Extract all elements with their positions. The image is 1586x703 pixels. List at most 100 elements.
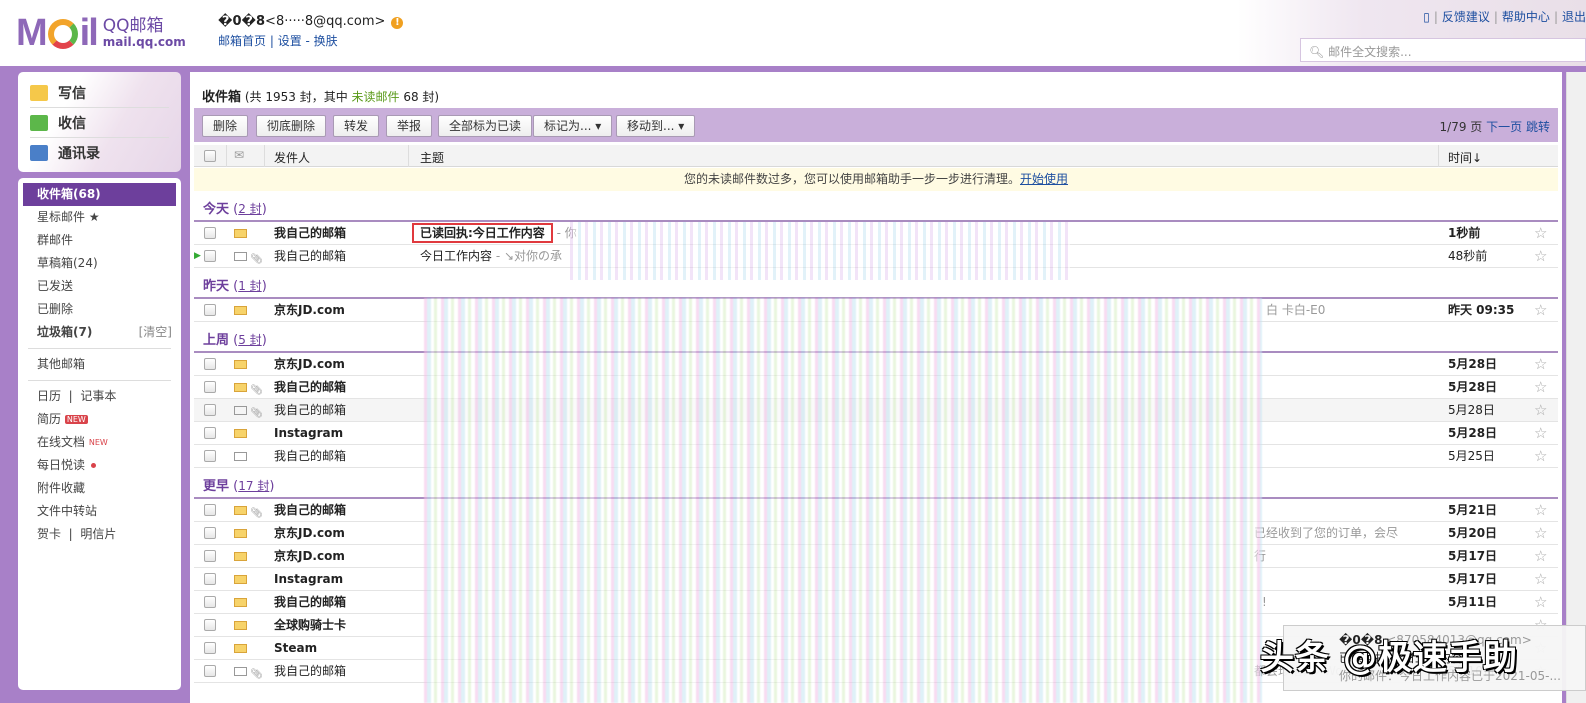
digest: ! (1262, 595, 1267, 609)
folder-deleted[interactable]: 已删除 (23, 298, 176, 321)
col-from[interactable]: 发件人 (274, 149, 310, 166)
row-checkbox[interactable] (204, 227, 216, 239)
star-icon[interactable]: ☆ (1534, 353, 1547, 375)
sender: 我自己的邮箱 (274, 503, 347, 517)
group-count-link[interactable]: 1 封 (238, 279, 261, 293)
row-checkbox[interactable] (204, 404, 216, 416)
row-checkbox[interactable] (204, 427, 216, 439)
notice-text: 您的未读邮件数过多，您可以使用邮箱助手一步一步进行清理。 (683, 172, 1020, 186)
file-transfer-link[interactable]: 文件中转站 (23, 500, 176, 523)
time: 5月28日 (1448, 426, 1498, 440)
row-checkbox[interactable] (204, 381, 216, 393)
mail-home-link[interactable]: 邮箱首页 (218, 34, 266, 48)
row-checkbox[interactable] (204, 642, 216, 654)
star-icon[interactable]: ☆ (1534, 545, 1547, 567)
column-header: ✉︎ 发件人 主题 时间↓ (194, 145, 1558, 167)
qq-mail-logo[interactable]: Mil QQ邮箱 mail.qq.com (16, 12, 186, 55)
star-icon[interactable]: ☆ (1534, 445, 1547, 467)
unread-dot-icon (91, 463, 97, 468)
star-icon[interactable]: ☆ (1534, 222, 1547, 244)
attachment-icon: 📎︎ (250, 669, 263, 680)
receive-button[interactable]: 收信 (30, 108, 169, 138)
select-all-checkbox[interactable] (204, 150, 216, 162)
qq-logo-icon (47, 18, 78, 49)
group-count-link[interactable]: 17 封 (238, 479, 269, 493)
greeting-card-link[interactable]: 贺卡 (37, 527, 61, 541)
calendar-link[interactable]: 日历 (37, 389, 61, 403)
sender: Steam (274, 641, 318, 655)
sender: 全球购骑士卡 (274, 618, 347, 632)
mark-all-read-button[interactable]: 全部标为已读 (438, 115, 533, 137)
digest: 白 卡白-E0 (1266, 303, 1326, 317)
star-icon[interactable]: ☆ (1534, 522, 1547, 544)
star-icon[interactable]: ☆ (1534, 591, 1547, 613)
unread-link[interactable]: 未读邮件 (352, 90, 400, 104)
star-icon[interactable]: ☆ (1534, 499, 1547, 521)
folder-spam[interactable]: 垃圾箱(7) [清空] (23, 321, 176, 344)
empty-spam-link[interactable]: [清空] (139, 321, 172, 344)
start-cleanup-link[interactable]: 开始使用 (1020, 172, 1068, 186)
report-button[interactable]: 举报 (386, 115, 433, 137)
permanent-delete-button[interactable]: 彻底删除 (256, 115, 327, 137)
folder-starred[interactable]: 星标邮件 ★ (23, 206, 176, 229)
row-checkbox[interactable] (204, 504, 216, 516)
skin-link[interactable]: 换肤 (314, 34, 338, 48)
logout-link[interactable]: 退出 (1562, 10, 1586, 24)
col-subject[interactable]: 主题 (420, 149, 444, 166)
row-checkbox[interactable] (204, 596, 216, 608)
attachments-link[interactable]: 附件收藏 (23, 477, 176, 500)
star-icon[interactable]: ☆ (1534, 422, 1547, 444)
row-checkbox[interactable] (204, 619, 216, 631)
star-icon[interactable]: ☆ (1534, 399, 1547, 421)
help-link[interactable]: 帮助中心 (1502, 10, 1550, 24)
receive-label: 收信 (58, 115, 86, 132)
feedback-link[interactable]: 反馈建议 (1442, 10, 1490, 24)
group-label: 昨天 (203, 279, 230, 294)
contacts-button[interactable]: 通讯录 (30, 138, 169, 168)
new-badge: NEW (64, 415, 88, 424)
row-checkbox[interactable] (204, 550, 216, 562)
folder-other[interactable]: 其他邮箱 (23, 353, 176, 376)
col-time[interactable]: 时间↓ (1448, 149, 1482, 166)
row-checkbox[interactable] (204, 250, 216, 262)
search-input[interactable]: 🔍︎ 邮件全文搜索... (1300, 38, 1586, 62)
row-checkbox[interactable] (204, 573, 216, 585)
row-checkbox[interactable] (204, 450, 216, 462)
mark-as-dropdown[interactable]: 标记为... ▾ (533, 115, 613, 137)
envelope-icon (234, 644, 247, 653)
jump-link[interactable]: 跳转 (1526, 120, 1550, 134)
next-page-link[interactable]: 下一页 (1486, 120, 1522, 134)
forward-button[interactable]: 转发 (333, 115, 380, 137)
star-icon[interactable]: ☆ (1534, 568, 1547, 590)
folder-group[interactable]: 群邮件 (23, 229, 176, 252)
settings-link[interactable]: 设置 (278, 34, 302, 48)
group-count-link[interactable]: 2 封 (238, 202, 261, 216)
star-icon[interactable]: ☆ (1534, 376, 1547, 398)
compose-button[interactable]: 写信 (30, 78, 169, 108)
resume-link[interactable]: 简历 (37, 412, 61, 426)
folder-drafts[interactable]: 草稿箱(24) (23, 252, 176, 275)
search-icon: 🔍︎ (1309, 45, 1325, 59)
row-checkbox[interactable] (204, 527, 216, 539)
group-label: 更早 (203, 479, 230, 494)
star-icon[interactable]: ☆ (1534, 299, 1547, 321)
group-count-link[interactable]: 5 封 (238, 333, 261, 347)
envelope-icon (234, 598, 247, 607)
envelope-icon (234, 667, 247, 676)
scrollbar[interactable] (1566, 72, 1586, 703)
row-checkbox[interactable] (204, 665, 216, 677)
daily-read-link[interactable]: 每日悦读 (37, 458, 85, 472)
mobile-icon[interactable]: ▯ (1423, 10, 1430, 24)
notes-link[interactable]: 记事本 (80, 389, 116, 403)
row-checkbox[interactable] (204, 358, 216, 370)
docs-link[interactable]: 在线文档 (37, 435, 85, 449)
warning-icon[interactable]: ! (391, 17, 404, 29)
folder-inbox[interactable]: 收件箱(68) (23, 183, 176, 206)
star-icon[interactable]: ☆ (1534, 245, 1547, 267)
move-to-dropdown[interactable]: 移动到... ▾ (616, 115, 696, 137)
row-checkbox[interactable] (204, 304, 216, 316)
folder-sent[interactable]: 已发送 (23, 275, 176, 298)
envelope-icon (234, 452, 247, 461)
postcard-link[interactable]: 明信片 (80, 527, 116, 541)
delete-button[interactable]: 删除 (202, 115, 249, 137)
